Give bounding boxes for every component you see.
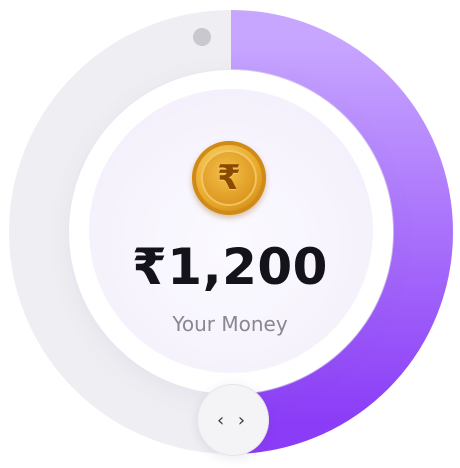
rupee-coin-icon: ₹ xyxy=(192,141,266,215)
chevrons-left-right-icon: ‹ › xyxy=(216,409,250,431)
balance-caption: Your Money xyxy=(172,312,288,336)
coin-symbol: ₹ xyxy=(201,150,257,206)
money-progress-widget: ₹ ₹1,200 Your Money ‹ › xyxy=(0,0,460,468)
ring-start-marker xyxy=(193,28,211,46)
drag-handle-button[interactable]: ‹ › xyxy=(197,384,269,456)
balance-amount: ₹1,200 xyxy=(132,238,328,296)
